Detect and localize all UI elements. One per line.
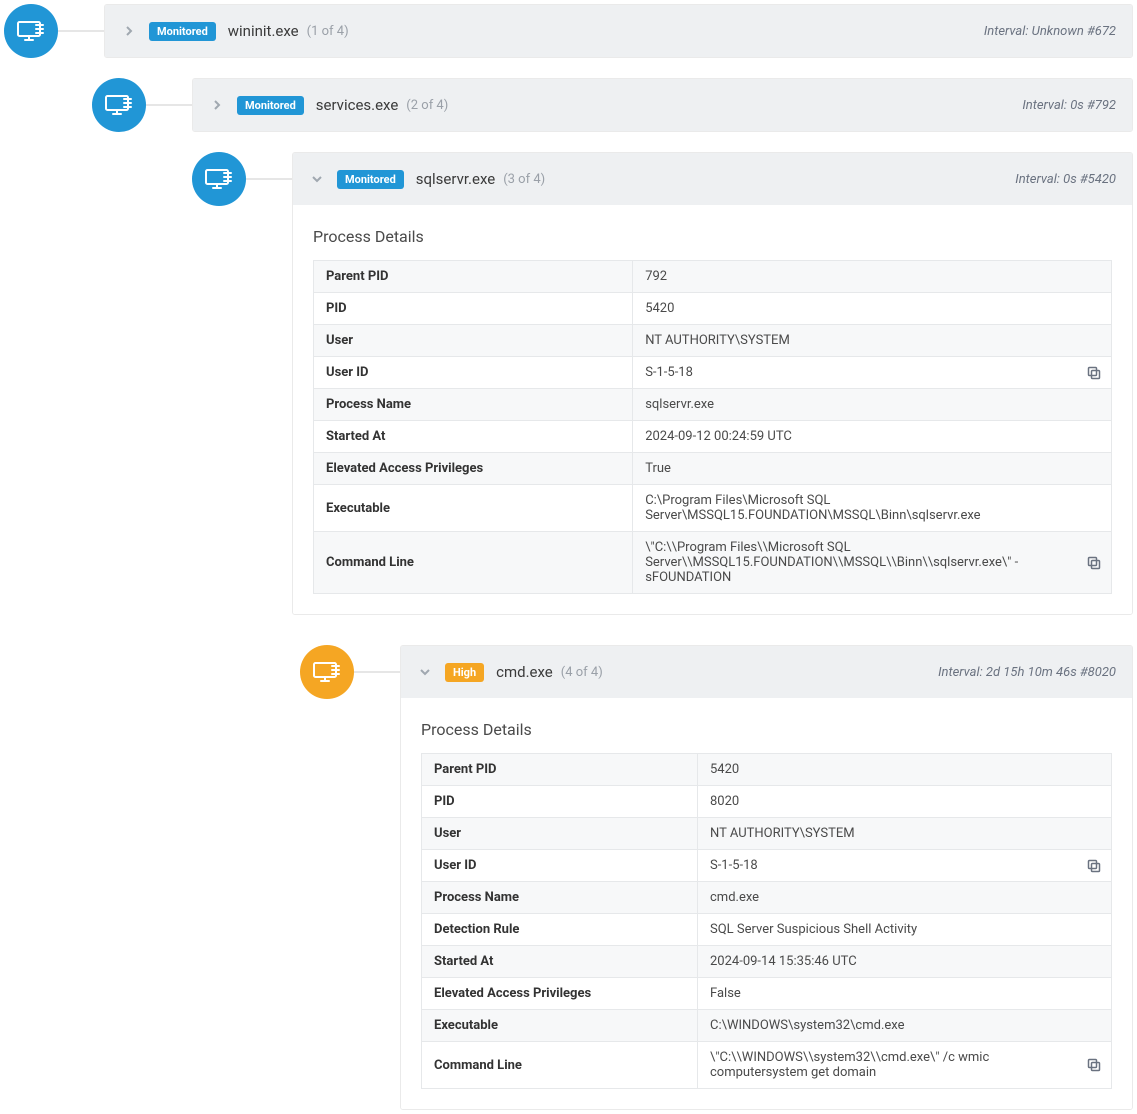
process-header[interactable]: High cmd.exe (4 of 4) Interval: 2d 15h 1… xyxy=(401,646,1132,698)
process-header[interactable]: Monitored services.exe (2 of 4) Interval… xyxy=(193,79,1132,131)
tree-connector xyxy=(246,178,292,180)
process-count: (2 of 4) xyxy=(406,98,448,113)
table-row: Command Line\"C:\\Program Files\\Microso… xyxy=(314,532,1112,594)
table-row: User IDS-1-5-18 xyxy=(314,357,1112,389)
table-row: ExecutableC:\WINDOWS\system32\cmd.exe xyxy=(422,1010,1112,1042)
table-row: Process Namecmd.exe xyxy=(422,882,1112,914)
details-table: Parent PID792 PID5420 UserNT AUTHORITY\S… xyxy=(313,260,1112,594)
table-row: Parent PID5420 xyxy=(422,754,1112,786)
process-tree-row: Monitored sqlservr.exe (3 of 4) Interval… xyxy=(192,152,1133,615)
copy-icon[interactable] xyxy=(1087,556,1101,570)
process-count: (1 of 4) xyxy=(307,24,349,39)
process-icon xyxy=(92,78,146,132)
process-details-panel: Process Details Parent PID5420 PID8020 U… xyxy=(401,698,1132,1109)
process-icon xyxy=(192,152,246,206)
chevron-down-icon[interactable] xyxy=(417,664,433,680)
status-badge: Monitored xyxy=(337,170,404,189)
table-row: PID8020 xyxy=(422,786,1112,818)
table-row: Started At2024-09-14 15:35:46 UTC xyxy=(422,946,1112,978)
chevron-right-icon[interactable] xyxy=(209,97,225,113)
table-row: Started At2024-09-12 00:24:59 UTC xyxy=(314,421,1112,453)
table-row: ExecutableC:\Program Files\Microsoft SQL… xyxy=(314,485,1112,532)
details-heading: Process Details xyxy=(313,227,1112,246)
process-header[interactable]: Monitored wininit.exe (1 of 4) Interval:… xyxy=(105,5,1132,57)
table-row: UserNT AUTHORITY\SYSTEM xyxy=(314,325,1112,357)
copy-icon[interactable] xyxy=(1087,1058,1101,1072)
process-count: (3 of 4) xyxy=(503,172,545,187)
process-tree-row: Monitored services.exe (2 of 4) Interval… xyxy=(92,78,1133,132)
details-heading: Process Details xyxy=(421,720,1112,739)
table-row: UserNT AUTHORITY\SYSTEM xyxy=(422,818,1112,850)
interval-label: Interval: Unknown #672 xyxy=(984,24,1116,39)
table-row: Command Line\"C:\\WINDOWS\\system32\\cmd… xyxy=(422,1042,1112,1089)
table-row: User IDS-1-5-18 xyxy=(422,850,1112,882)
process-tree-row: Monitored wininit.exe (1 of 4) Interval:… xyxy=(4,4,1133,58)
table-row: PID5420 xyxy=(314,293,1112,325)
interval-label: Interval: 0s #792 xyxy=(1022,98,1116,113)
process-name: wininit.exe xyxy=(228,22,299,40)
status-badge: Monitored xyxy=(237,96,304,115)
process-count: (4 of 4) xyxy=(561,665,603,680)
status-badge: Monitored xyxy=(149,22,216,41)
process-name: services.exe xyxy=(316,96,399,114)
tree-connector xyxy=(146,104,192,106)
status-badge: High xyxy=(445,663,484,682)
process-icon xyxy=(300,645,354,699)
process-tree-row: High cmd.exe (4 of 4) Interval: 2d 15h 1… xyxy=(300,645,1133,1110)
chevron-right-icon[interactable] xyxy=(121,23,137,39)
table-row: Parent PID792 xyxy=(314,261,1112,293)
process-name: cmd.exe xyxy=(496,663,553,681)
copy-icon[interactable] xyxy=(1087,366,1101,380)
chevron-down-icon[interactable] xyxy=(309,171,325,187)
tree-connector xyxy=(354,671,400,673)
process-icon xyxy=(4,4,58,58)
process-details-panel: Process Details Parent PID792 PID5420 Us… xyxy=(293,205,1132,614)
process-header[interactable]: Monitored sqlservr.exe (3 of 4) Interval… xyxy=(293,153,1132,205)
tree-connector xyxy=(58,30,104,32)
table-row: Elevated Access PrivilegesFalse xyxy=(422,978,1112,1010)
table-row: Detection RuleSQL Server Suspicious Shel… xyxy=(422,914,1112,946)
table-row: Elevated Access PrivilegesTrue xyxy=(314,453,1112,485)
interval-label: Interval: 2d 15h 10m 46s #8020 xyxy=(938,665,1116,680)
copy-icon[interactable] xyxy=(1087,859,1101,873)
table-row: Process Namesqlservr.exe xyxy=(314,389,1112,421)
interval-label: Interval: 0s #5420 xyxy=(1015,172,1116,187)
details-table: Parent PID5420 PID8020 UserNT AUTHORITY\… xyxy=(421,753,1112,1089)
process-name: sqlservr.exe xyxy=(416,170,495,188)
